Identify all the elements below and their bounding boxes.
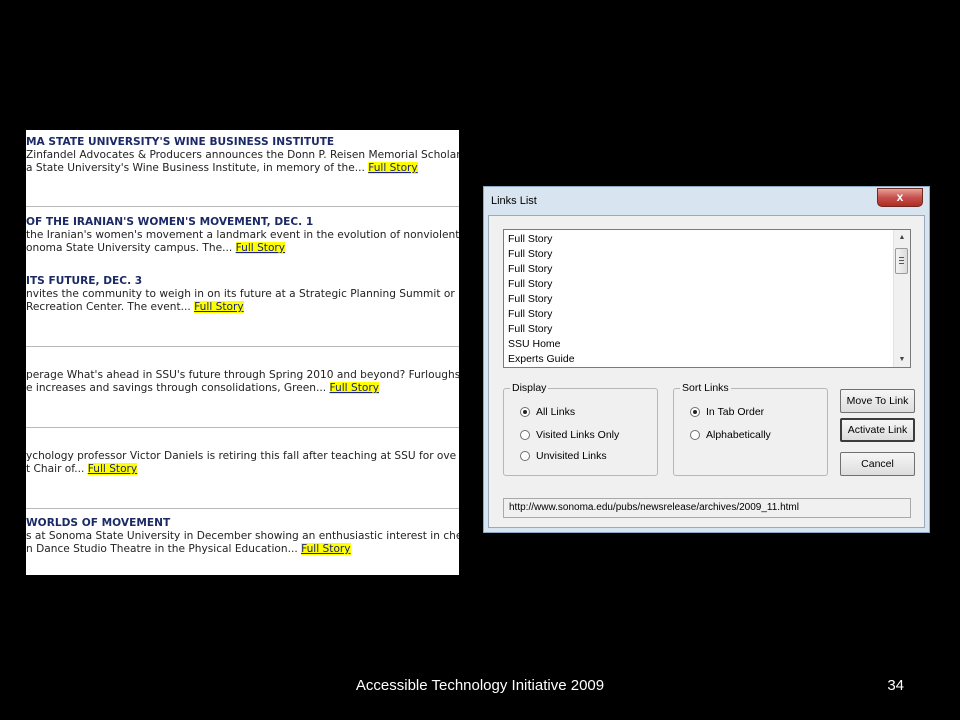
- radio-label: Visited Links Only: [536, 429, 620, 441]
- radio-label: All Links: [536, 406, 576, 418]
- news-page-screenshot: MA STATE UNIVERSITY'S WINE BUSINESS INST…: [26, 130, 459, 575]
- news-item: WORLDS OF MOVEMENT s at Sonoma State Uni…: [26, 517, 459, 556]
- list-item[interactable]: Full Story: [508, 262, 575, 277]
- radio-unvisited-links[interactable]: Unvisited Links: [520, 449, 607, 463]
- radio-all-links[interactable]: All Links: [520, 405, 575, 419]
- news-text: a State University's Wine Business Insti…: [26, 162, 365, 174]
- news-text: onoma State University campus. The...: [26, 242, 233, 254]
- list-item[interactable]: Full Story: [508, 247, 575, 262]
- links-list-dialog: Links List x Full Story Full Story Full …: [483, 186, 930, 533]
- radio-label: Unvisited Links: [536, 450, 607, 462]
- news-text: Zinfandel Advocates & Producers announce…: [26, 149, 459, 161]
- display-group-label: Display: [510, 382, 549, 394]
- divider: [26, 206, 459, 207]
- news-text: t Chair of...: [26, 463, 85, 475]
- link-url-field: http://www.sonoma.edu/pubs/newsrelease/a…: [503, 498, 911, 518]
- scroll-down-icon[interactable]: ▼: [894, 352, 910, 367]
- radio-icon: [520, 451, 530, 461]
- radio-selected-icon: [690, 407, 700, 417]
- news-headline: OF THE IRANIAN'S WOMEN'S MOVEMENT, DEC. …: [26, 216, 314, 228]
- news-text: s at Sonoma State University in December…: [26, 530, 459, 542]
- full-story-link[interactable]: Full Story: [235, 242, 286, 254]
- dialog-body: Full Story Full Story Full Story Full St…: [488, 215, 925, 528]
- news-item: perage What's ahead in SSU's future thro…: [26, 369, 459, 395]
- news-text: Recreation Center. The event...: [26, 301, 191, 313]
- sort-links-group: Sort Links In Tab Order Alphabetically: [673, 382, 828, 476]
- news-item: MA STATE UNIVERSITY'S WINE BUSINESS INST…: [26, 136, 459, 175]
- radio-in-tab-order[interactable]: In Tab Order: [690, 405, 764, 419]
- slide-number: 34: [887, 677, 904, 694]
- list-item[interactable]: Full Story: [508, 322, 575, 337]
- list-item[interactable]: Experts Guide: [508, 352, 575, 367]
- cancel-button[interactable]: Cancel: [840, 452, 915, 476]
- news-item: OF THE IRANIAN'S WOMEN'S MOVEMENT, DEC. …: [26, 216, 459, 255]
- radio-visited-links-only[interactable]: Visited Links Only: [520, 428, 619, 442]
- news-text: n Dance Studio Theatre in the Physical E…: [26, 543, 298, 555]
- vertical-scrollbar[interactable]: ▲ ▼: [893, 230, 910, 367]
- scrollbar-thumb[interactable]: [895, 248, 908, 274]
- divider: [26, 346, 459, 347]
- list-item[interactable]: Full Story: [508, 277, 575, 292]
- list-item[interactable]: SSU Home: [508, 337, 575, 352]
- radio-alphabetically[interactable]: Alphabetically: [690, 428, 771, 442]
- news-text: ychology professor Victor Daniels is ret…: [26, 450, 457, 462]
- list-item[interactable]: Full Story: [508, 307, 575, 322]
- list-item[interactable]: Full Story: [508, 292, 575, 307]
- radio-label: Alphabetically: [706, 429, 771, 441]
- links-listbox[interactable]: Full Story Full Story Full Story Full St…: [503, 229, 911, 368]
- full-story-link[interactable]: Full Story: [329, 382, 379, 394]
- news-text: e increases and savings through consolid…: [26, 382, 327, 394]
- news-text: nvites the community to weigh in on its …: [26, 288, 455, 300]
- news-item: ychology professor Victor Daniels is ret…: [26, 450, 459, 476]
- close-button[interactable]: x: [877, 188, 923, 207]
- scroll-up-icon[interactable]: ▲: [894, 230, 910, 245]
- full-story-link[interactable]: Full Story: [368, 162, 418, 174]
- divider: [26, 427, 459, 428]
- dialog-title: Links List: [491, 195, 537, 207]
- full-story-link[interactable]: Full Story: [87, 463, 138, 475]
- news-headline: WORLDS OF MOVEMENT: [26, 517, 171, 529]
- close-icon: x: [896, 190, 904, 204]
- radio-selected-icon: [520, 407, 530, 417]
- list-item[interactable]: Full Story: [508, 232, 575, 247]
- radio-label: In Tab Order: [706, 406, 765, 418]
- full-story-link[interactable]: Full Story: [194, 301, 244, 313]
- radio-icon: [520, 430, 530, 440]
- news-headline: ITS FUTURE, DEC. 3: [26, 275, 143, 287]
- divider: [26, 508, 459, 509]
- sort-links-group-label: Sort Links: [680, 382, 731, 394]
- news-item: ITS FUTURE, DEC. 3 nvites the community …: [26, 275, 459, 314]
- news-text: perage What's ahead in SSU's future thro…: [26, 369, 459, 381]
- display-group: Display All Links Visited Links Only Unv…: [503, 382, 658, 476]
- news-text: the Iranian's women's movement a landmar…: [26, 229, 459, 241]
- slide-footer-title: Accessible Technology Initiative 2009: [355, 677, 605, 694]
- full-story-link[interactable]: Full Story: [301, 543, 351, 555]
- move-to-link-button[interactable]: Move To Link: [840, 389, 915, 413]
- news-headline: MA STATE UNIVERSITY'S WINE BUSINESS INST…: [26, 136, 335, 148]
- radio-icon: [690, 430, 700, 440]
- activate-link-button[interactable]: Activate Link: [840, 418, 915, 442]
